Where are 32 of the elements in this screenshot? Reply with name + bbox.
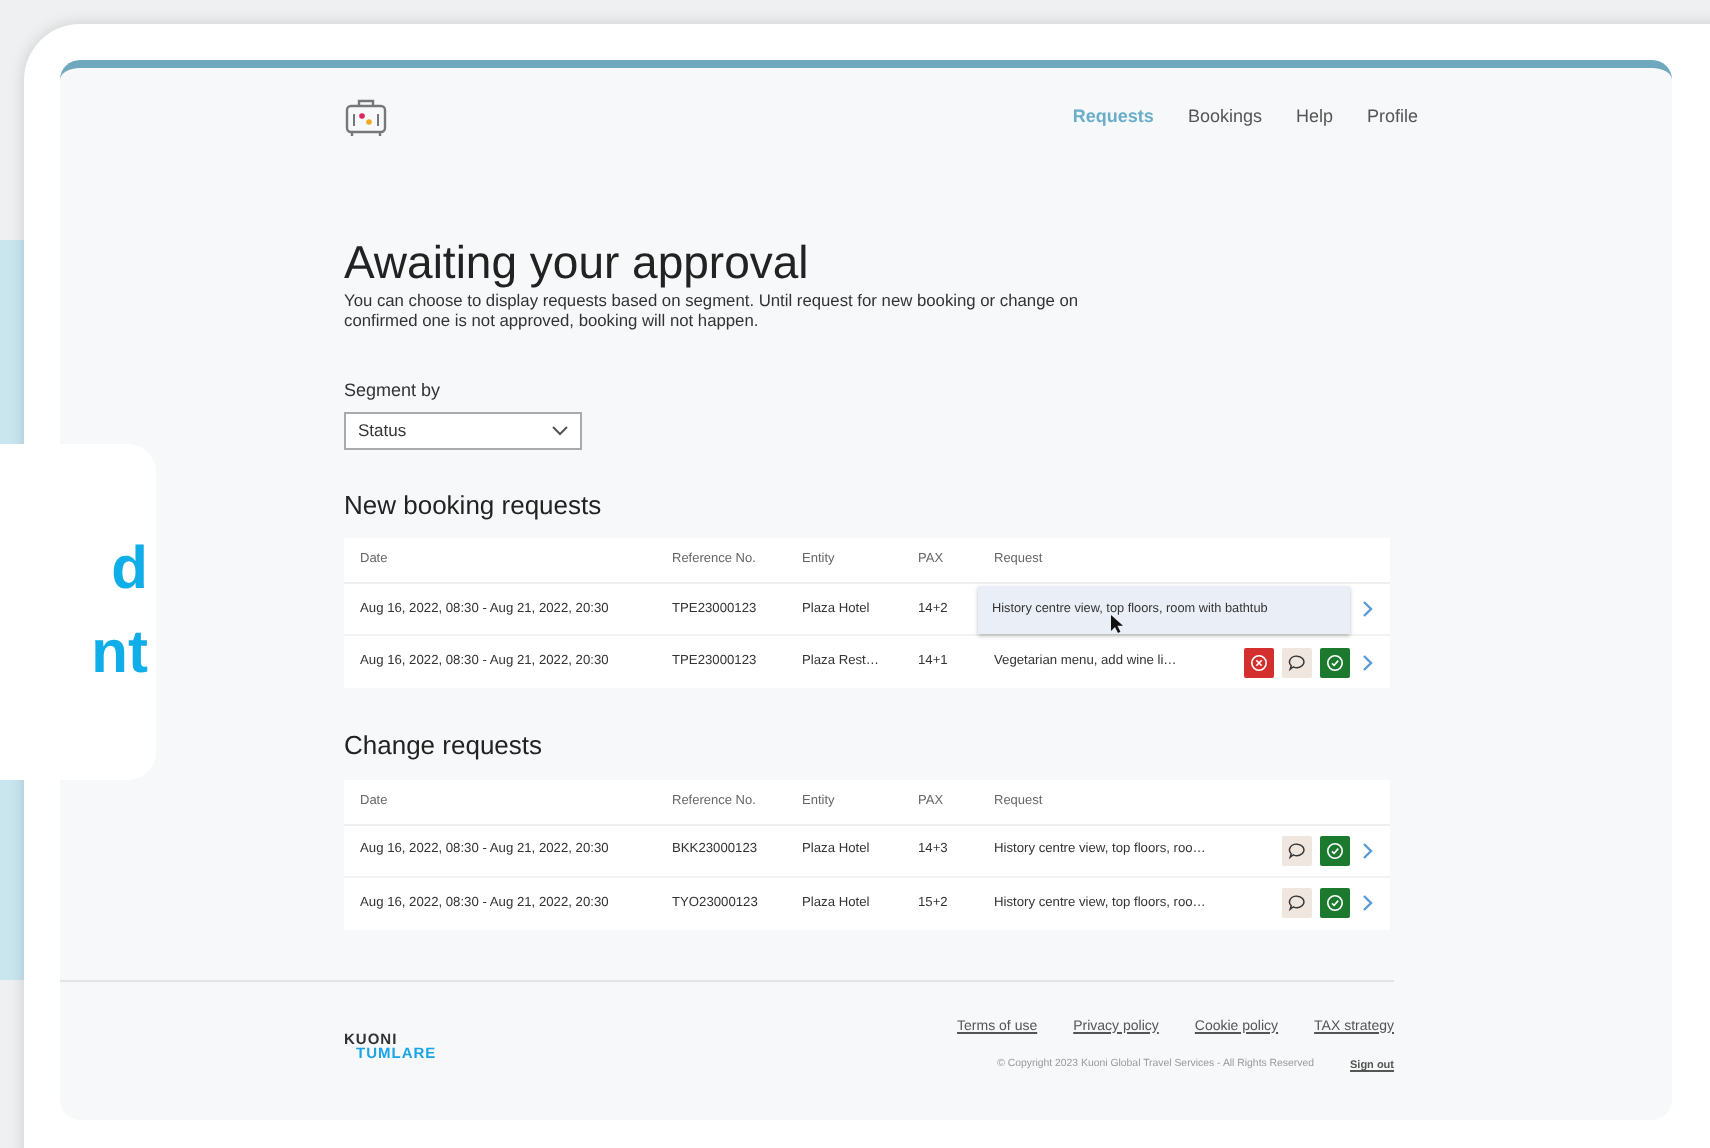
comment-button[interactable] xyxy=(1282,647,1312,677)
check-circle-icon xyxy=(1326,841,1344,859)
check-circle-icon xyxy=(1326,894,1344,912)
nav-link[interactable]: Profile xyxy=(1366,104,1418,132)
comment-button[interactable] xyxy=(1282,888,1312,918)
card-heading-text: nt xyxy=(91,618,148,690)
nav-link[interactable]: Bookings xyxy=(1187,104,1262,132)
chevron-right-icon[interactable] xyxy=(1362,600,1374,618)
chevron-right-icon[interactable] xyxy=(1362,894,1374,912)
speech-bubble-icon xyxy=(1288,841,1306,859)
suitcase-logo-icon xyxy=(344,98,388,138)
segment-label: Segment by xyxy=(344,378,443,404)
mouse-cursor-icon xyxy=(1110,613,1126,633)
chevron-right-icon[interactable] xyxy=(1362,653,1374,671)
segment-dropdown[interactable]: Status xyxy=(344,411,582,449)
approve-button[interactable] xyxy=(1320,835,1350,865)
speech-bubble-icon xyxy=(1288,653,1306,671)
chevron-down-icon xyxy=(552,425,568,435)
approve-button[interactable] xyxy=(1320,647,1350,677)
reject-button[interactable] xyxy=(1244,647,1274,677)
card-heading-text: d xyxy=(111,534,148,606)
x-circle-icon xyxy=(1250,653,1268,671)
check-circle-icon xyxy=(1326,653,1344,671)
page-title: Awaiting your approval xyxy=(344,234,811,290)
approve-button[interactable] xyxy=(1320,888,1350,918)
page-description: You can choose to display requests based on segment. Until request for new booking or change on confirmed one is not approved, booking will not happen. xyxy=(344,290,1081,330)
nav-link[interactable]: Help xyxy=(1295,104,1333,132)
section-title: Change requests xyxy=(344,728,545,764)
comment-button[interactable] xyxy=(1282,835,1312,865)
chevron-right-icon[interactable] xyxy=(1362,841,1374,859)
speech-bubble-icon xyxy=(1288,894,1306,912)
section-title: New booking requests xyxy=(344,487,604,524)
